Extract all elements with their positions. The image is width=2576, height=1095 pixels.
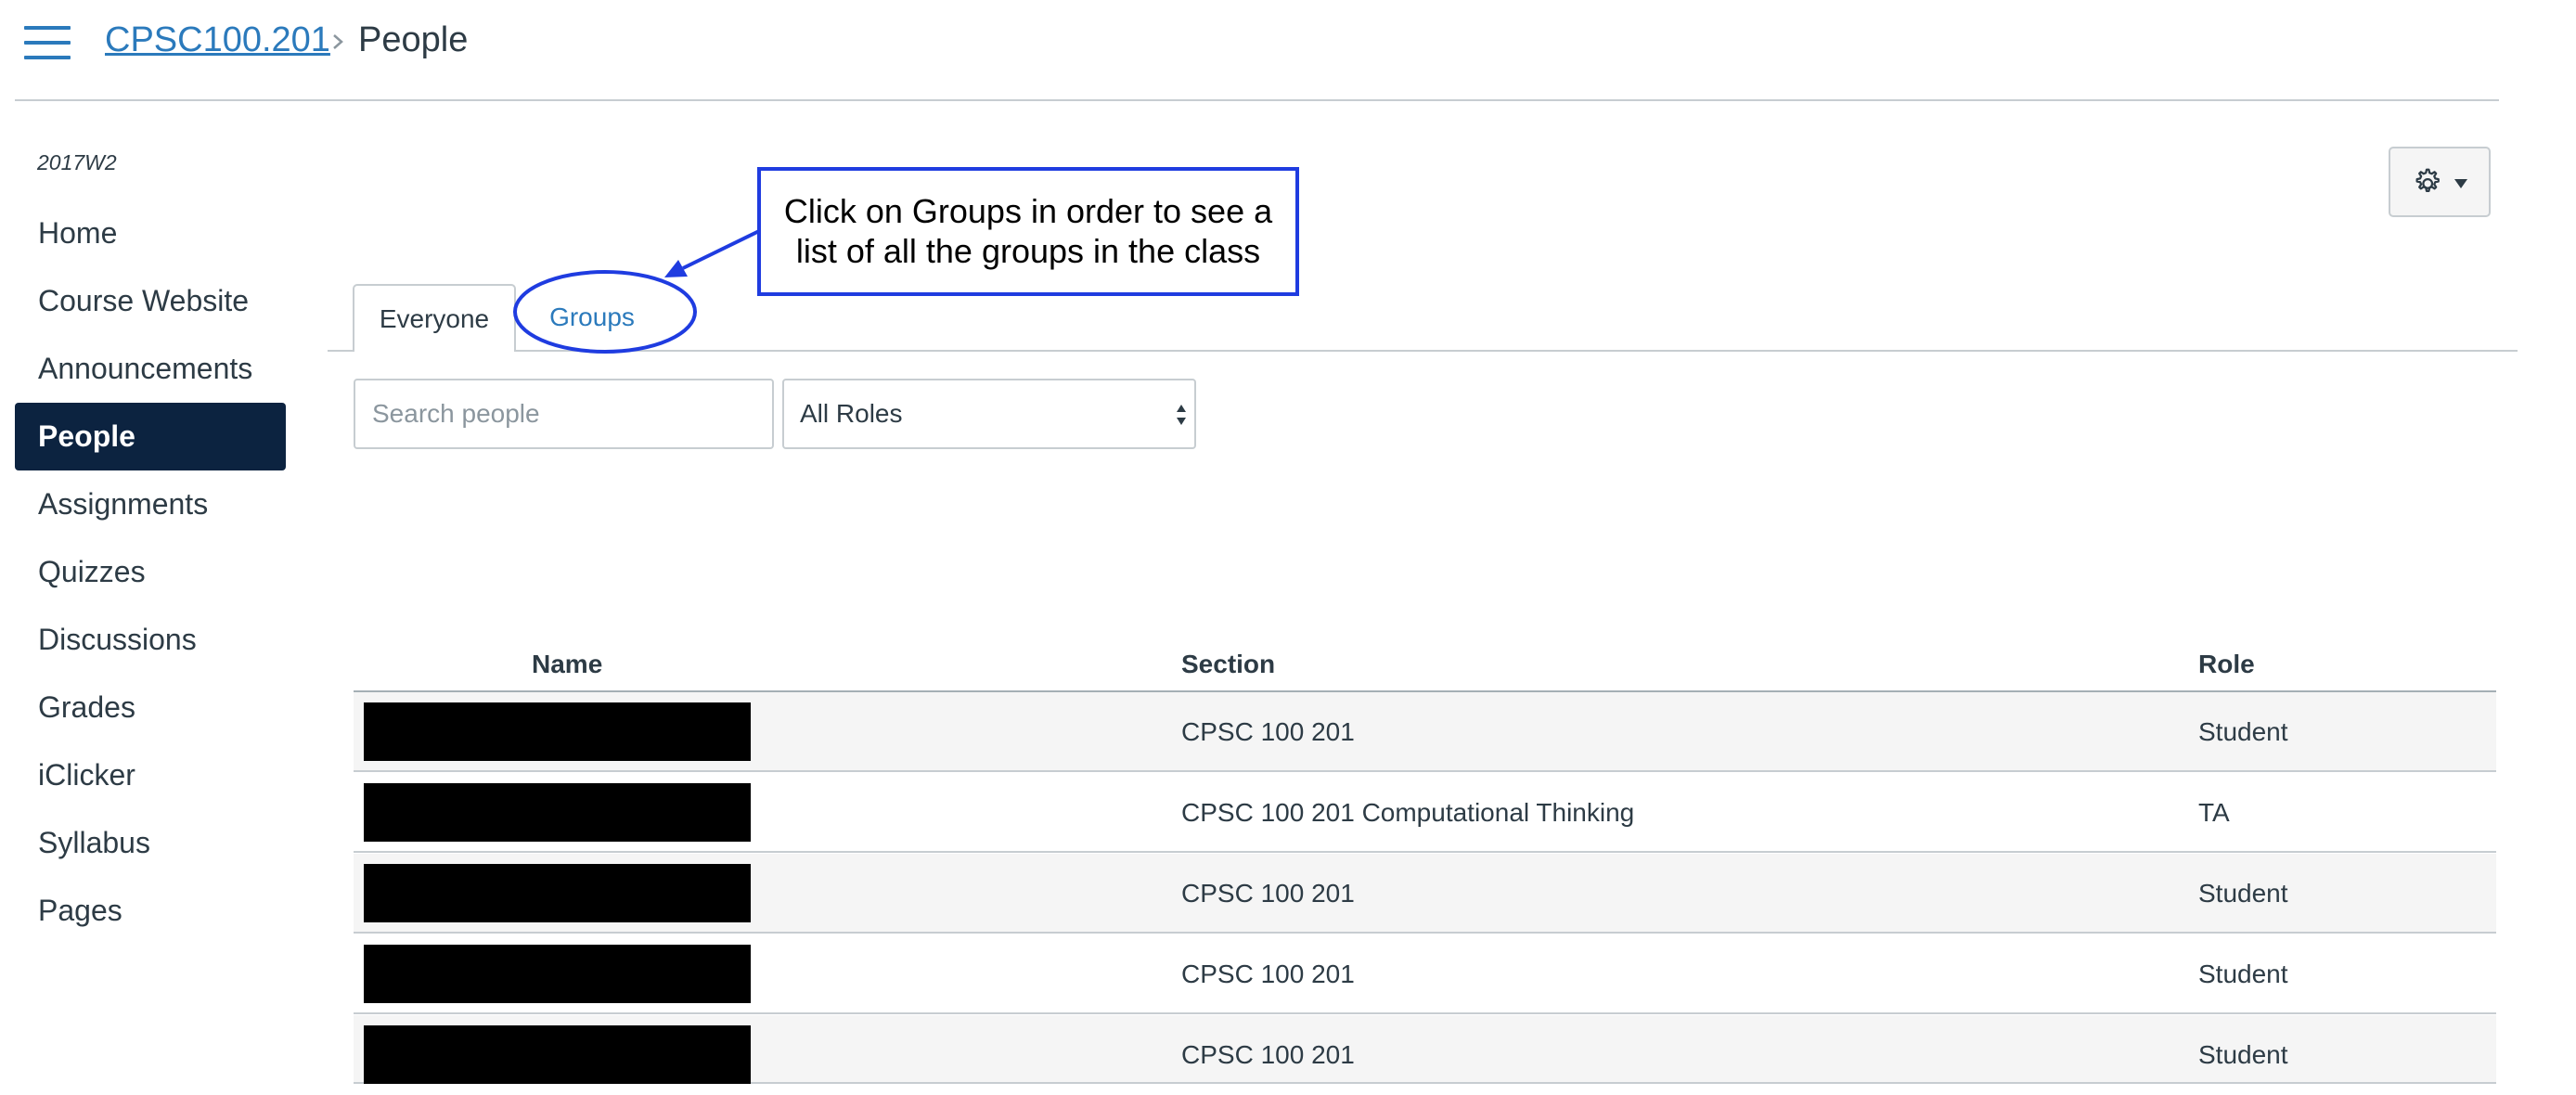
- table-row: CPSC 100 201 Computational Thinking TA: [354, 773, 2496, 853]
- sidebar-item-announcements[interactable]: Announcements: [15, 335, 286, 403]
- breadcrumb-chevron-icon: [333, 34, 343, 49]
- breadcrumb-current-page: People: [358, 20, 469, 59]
- table-row: CPSC 100 201 Student: [354, 692, 2496, 772]
- settings-menu-button[interactable]: [2389, 147, 2491, 217]
- sidebar-item-home[interactable]: Home: [15, 200, 286, 267]
- tabs-divider: [328, 350, 2518, 352]
- sidebar-item-discussions[interactable]: Discussions: [15, 606, 286, 674]
- search-people-input[interactable]: [354, 379, 774, 449]
- sidebar-item-pages[interactable]: Pages: [15, 877, 286, 945]
- annotation-callout-box: Click on Groups in order to see a list o…: [757, 167, 1299, 296]
- tab-everyone[interactable]: Everyone: [353, 284, 516, 352]
- sidebar-item-people[interactable]: People: [15, 403, 286, 470]
- sidebar-item-quizzes[interactable]: Quizzes: [15, 538, 286, 606]
- header-divider: [15, 99, 2499, 101]
- hamburger-menu-button[interactable]: [24, 26, 71, 59]
- redacted-name: [364, 945, 751, 1003]
- annotation-arrow-head: [664, 260, 688, 277]
- sidebar-item-iclicker[interactable]: iClicker: [15, 741, 286, 809]
- section-cell: CPSC 100 201: [1181, 717, 1355, 746]
- sidebar-item-assignments[interactable]: Assignments: [15, 470, 286, 538]
- section-cell: CPSC 100 201: [1181, 879, 1355, 908]
- redacted-name: [364, 783, 751, 842]
- role-cell: Student: [2198, 1040, 2288, 1069]
- sidebar-item-grades[interactable]: Grades: [15, 674, 286, 741]
- role-cell: Student: [2198, 879, 2288, 908]
- annotation-line-1: Click on Groups in order to see a: [783, 192, 1273, 230]
- hamburger-icon-bar: [24, 56, 71, 59]
- breadcrumb-course-link[interactable]: CPSC100.201: [105, 20, 330, 60]
- hamburger-icon-bar: [24, 26, 71, 30]
- role-cell: TA: [2198, 798, 2230, 827]
- table-row: CPSC 100 201 Student: [354, 854, 2496, 934]
- select-arrows-icon: [1177, 405, 1186, 425]
- section-cell: CPSC 100 201: [1181, 960, 1355, 988]
- tab-groups[interactable]: Groups: [527, 284, 657, 349]
- redacted-name: [364, 1025, 751, 1084]
- sidebar-item-syllabus[interactable]: Syllabus: [15, 809, 286, 877]
- role-cell: Student: [2198, 960, 2288, 988]
- annotation-line-2: list of all the groups in the class: [795, 232, 1261, 270]
- role-cell: Student: [2198, 717, 2288, 746]
- redacted-name: [364, 702, 751, 761]
- hamburger-icon-bar: [24, 41, 71, 45]
- caret-down-icon: [2454, 179, 2467, 188]
- term-label: 2017W2: [37, 150, 117, 174]
- table-row: CPSC 100 201 Student: [354, 934, 2496, 1014]
- role-filter-value: All Roles: [800, 399, 903, 428]
- section-cell: CPSC 100 201 Computational Thinking: [1181, 798, 1635, 827]
- sidebar-item-course-website[interactable]: Course Website: [15, 267, 286, 335]
- section-cell: CPSC 100 201: [1181, 1040, 1355, 1069]
- column-header-section[interactable]: Section: [1181, 650, 1275, 679]
- column-header-role[interactable]: Role: [2198, 650, 2255, 679]
- redacted-name: [364, 864, 751, 922]
- role-filter-select[interactable]: All Roles: [782, 379, 1196, 449]
- column-header-name[interactable]: Name: [532, 650, 602, 679]
- table-row: CPSC 100 201 Student: [354, 1015, 2496, 1084]
- gear-icon: [2415, 168, 2440, 192]
- annotation-arrow-line: [682, 229, 760, 270]
